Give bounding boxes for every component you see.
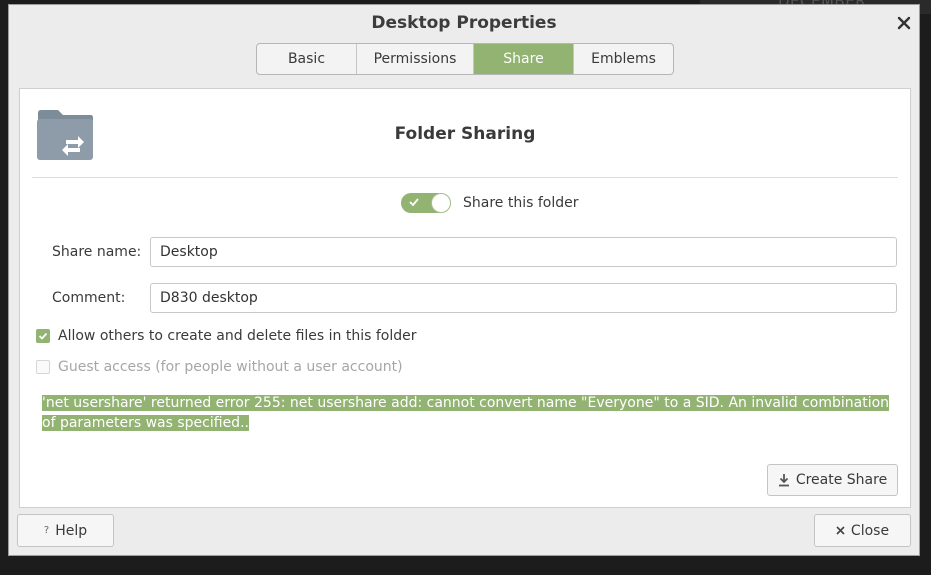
guest-access-option: Guest access (for people without a user … — [36, 357, 403, 377]
create-share-label: Create Share — [795, 472, 888, 488]
guest-access-checkbox — [36, 360, 50, 374]
error-message-text: 'net usershare' returned error 255: net … — [42, 395, 890, 431]
tab-basic[interactable]: Basic — [257, 44, 357, 74]
check-icon — [38, 332, 48, 340]
check-icon — [409, 198, 419, 207]
separator — [32, 177, 898, 178]
close-icon — [897, 16, 911, 30]
tab-permissions[interactable]: Permissions — [357, 44, 474, 74]
comment-input[interactable]: D830 desktop — [150, 283, 897, 313]
error-message: 'net usershare' returned error 255: net … — [42, 393, 904, 433]
toggle-knob — [431, 193, 451, 213]
create-share-button[interactable]: Create Share — [767, 464, 898, 496]
window-title: Desktop Properties — [371, 13, 557, 33]
help-label: Help — [55, 522, 88, 539]
close-label: Close — [850, 522, 890, 539]
tab-share[interactable]: Share — [474, 44, 574, 74]
properties-dialog: Desktop Properties Basic Permissions Sha… — [8, 4, 920, 556]
share-panel: Folder Sharing Share this folder Share n… — [19, 88, 911, 508]
allow-others-option[interactable]: Allow others to create and delete files … — [36, 326, 417, 346]
guest-access-label: Guest access (for people without a user … — [58, 359, 403, 375]
close-button[interactable]: Close — [814, 514, 911, 547]
share-name-label: Share name: — [52, 244, 142, 260]
download-icon — [778, 473, 790, 487]
comment-label: Comment: — [52, 290, 126, 306]
titlebar: Desktop Properties — [9, 5, 919, 41]
tab-bar: Basic Permissions Share Emblems — [256, 43, 674, 75]
allow-others-label: Allow others to create and delete files … — [58, 328, 417, 344]
help-icon: ? — [43, 525, 50, 536]
share-folder-label: Share this folder — [463, 195, 579, 211]
close-window-button[interactable] — [895, 14, 913, 32]
share-name-input[interactable]: Desktop — [150, 237, 897, 267]
tab-emblems[interactable]: Emblems — [574, 44, 673, 74]
help-button[interactable]: ? Help — [17, 514, 114, 547]
close-icon — [836, 526, 845, 535]
folder-sharing-heading: Folder Sharing — [394, 124, 536, 144]
allow-others-checkbox[interactable] — [36, 329, 50, 343]
share-folder-toggle[interactable] — [401, 193, 451, 213]
